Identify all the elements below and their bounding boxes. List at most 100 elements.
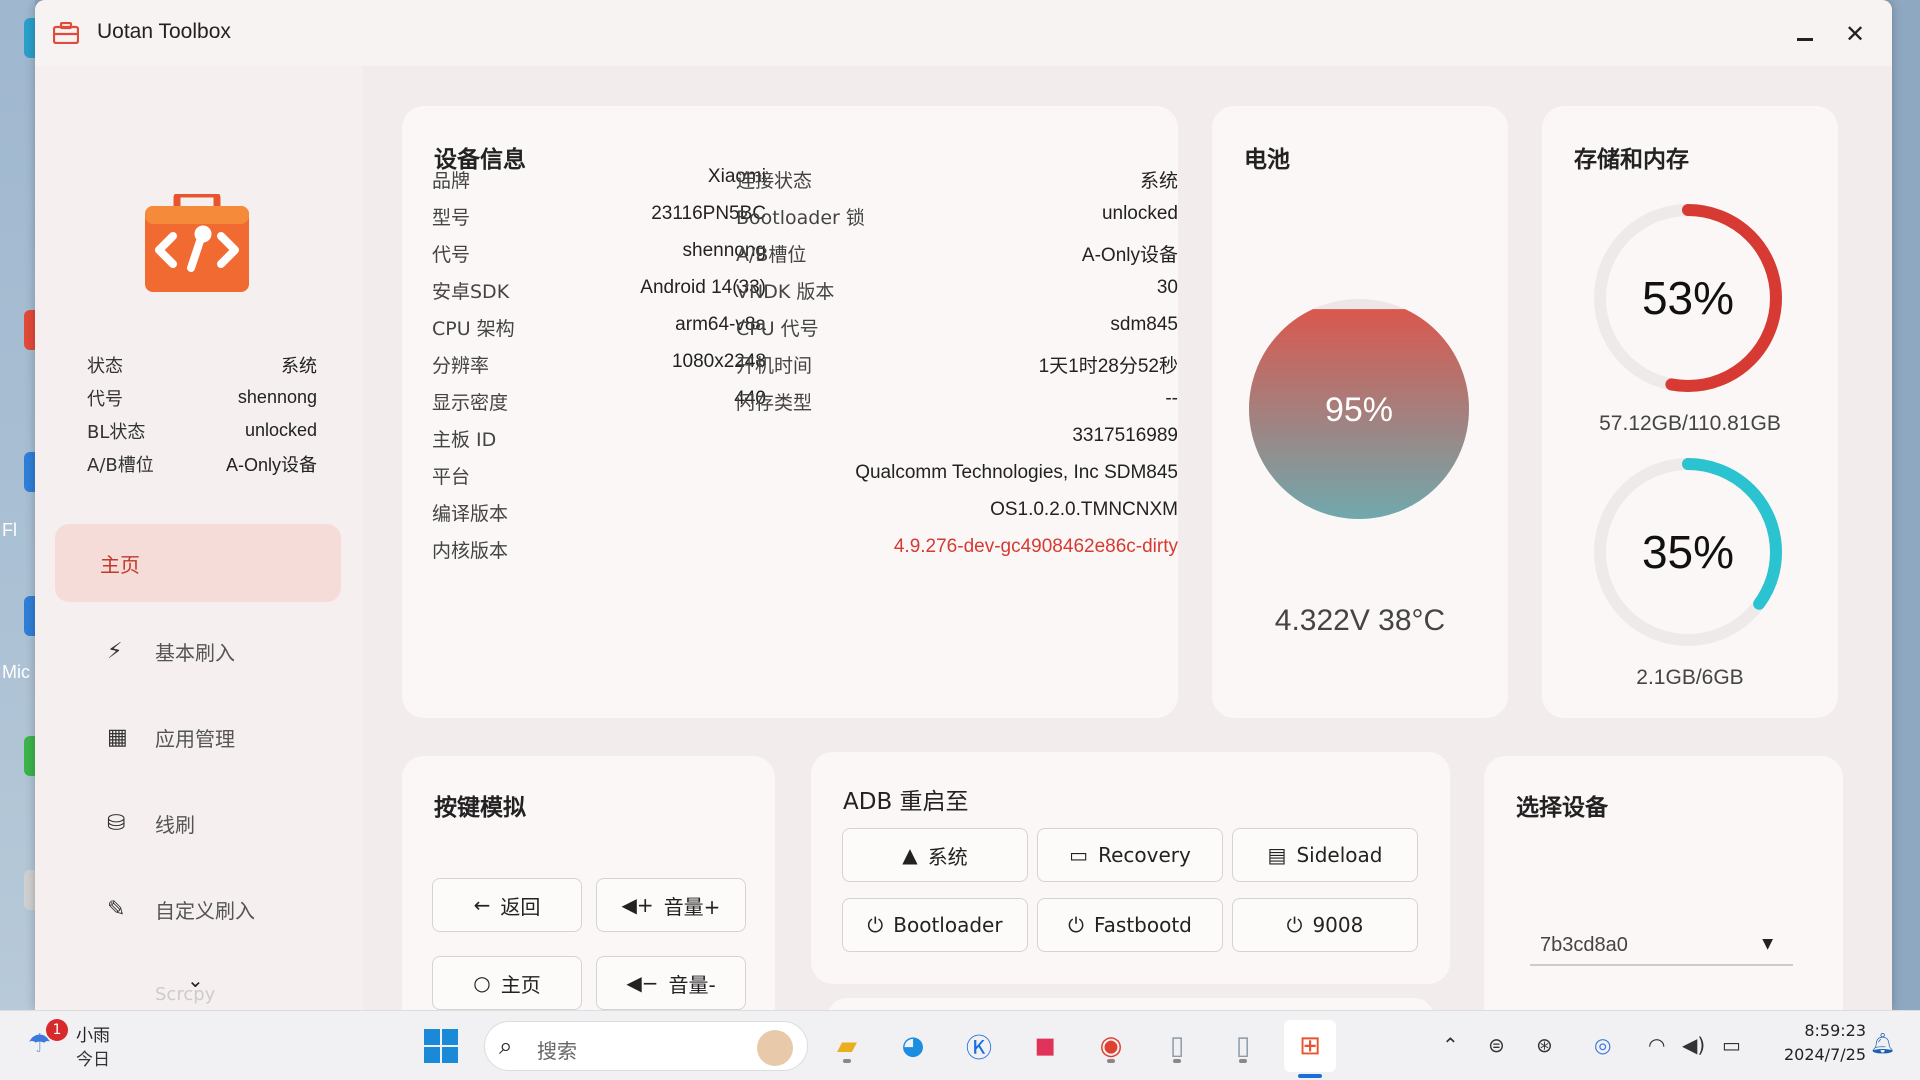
device-info-row: 内核版本 4.9.276-dev-gc4908462e86c-dirty xyxy=(432,526,1178,571)
windows-start-icon[interactable] xyxy=(420,1025,462,1067)
summary-row: 代号 shennong xyxy=(87,381,317,414)
button-label: Bootloader xyxy=(893,913,1003,937)
storage-usage: 57.12GB/110.81GB xyxy=(1599,412,1781,435)
info-label: Bootloader 锁 xyxy=(736,207,865,229)
nav-item-scrcpy[interactable]: Scrcpy xyxy=(155,984,215,1005)
reboot-bootloader-button[interactable]: ⏻ Bootloader xyxy=(842,898,1028,952)
power-icon: ⏻ xyxy=(867,913,884,937)
phone-mirror-icon[interactable]: ▯ xyxy=(1156,1025,1198,1067)
clock-date[interactable]: 2024/7/25 xyxy=(1770,1045,1866,1064)
info-label: 安卓SDK xyxy=(432,281,510,303)
apps-icon: ▦ xyxy=(107,724,128,750)
minimize-button[interactable] xyxy=(1783,14,1827,54)
reboot-sideload-button[interactable]: ▤ Sideload xyxy=(1232,828,1418,882)
minimize-icon xyxy=(1797,37,1813,41)
volume-icon[interactable]: ◀) xyxy=(1682,1033,1705,1057)
ifly-icon[interactable]: ◎ xyxy=(1594,1033,1611,1057)
taskbar-dot xyxy=(1239,1059,1247,1063)
volume-down-icon: ◀− xyxy=(626,971,659,995)
back-key-button[interactable]: ← 返回 xyxy=(432,878,582,932)
info-label: 闪存类型 xyxy=(736,392,813,414)
info-label: 连接状态 xyxy=(736,170,813,192)
android-icon: ▲ xyxy=(902,843,918,867)
battery-card: 电池 95% 4.322V 38°C xyxy=(1212,106,1508,718)
memory-gauge: 35% xyxy=(1594,458,1782,646)
nav-item-custom-flash[interactable]: ✎ 自定义刷入 xyxy=(55,870,341,948)
info-label: 品牌 xyxy=(432,170,471,192)
info-value: 1天1时28分52秒 xyxy=(1038,356,1178,377)
key-simulation-card: 按键模拟 ← 返回 ◀+ 音量+ ○ 主页 ◀− 音量- xyxy=(402,756,775,1010)
summary-label: 状态 xyxy=(87,355,123,377)
info-label: 内核版本 xyxy=(432,540,509,562)
edge-icon[interactable]: ◕ xyxy=(892,1025,934,1067)
info-value: 30 xyxy=(1156,277,1178,298)
info-value: sdm845 xyxy=(1110,314,1178,335)
power-icon: ⏻ xyxy=(1068,913,1084,937)
windows-logo xyxy=(424,1029,458,1063)
app-window: Uotan Toolbox ✕ 状态 系统 代号 shennong BL状态 unlo… xyxy=(35,0,1892,1010)
adb-reboot-card: ADB 重启至 ▲ 系统 ▭ Recovery ▤ Sideload ⏻ Bootloa… xyxy=(811,752,1450,984)
reboot-system-button[interactable]: ▲ 系统 xyxy=(842,828,1028,882)
volume-up-button[interactable]: ◀+ 音量+ xyxy=(596,878,746,932)
storage-card: 存储和内存 53% 57.12GB/110.81GB 35% 2.1GB/6GB xyxy=(1542,106,1838,718)
audio-app-icon[interactable]: ◼ xyxy=(1024,1025,1066,1067)
wifi-icon[interactable]: ◠ xyxy=(1648,1033,1665,1057)
volume-up-icon: ◀+ xyxy=(621,893,654,917)
summary-value: A-Only设备 xyxy=(225,454,317,475)
device-select[interactable]: 7b3cd8a0 ▼ xyxy=(1530,924,1793,966)
volume-down-button[interactable]: ◀− 音量- xyxy=(596,956,746,1010)
home-key-button[interactable]: ○ 主页 xyxy=(432,956,582,1010)
taskbar-dot xyxy=(1173,1059,1181,1063)
reboot-fastbootd-button[interactable]: ⏻ Fastbootd xyxy=(1037,898,1223,952)
reboot-recovery-button[interactable]: ▭ Recovery xyxy=(1037,828,1223,882)
chevron-up-icon[interactable]: ⌃ xyxy=(1442,1033,1459,1057)
close-button[interactable]: ✕ xyxy=(1833,14,1877,54)
nav-item-label: 主页 xyxy=(100,552,140,577)
battery-icon[interactable]: ▭ xyxy=(1722,1033,1741,1057)
reboot-edl-button[interactable]: ⏻ 9008 xyxy=(1232,898,1418,952)
desktop-background: Fl Mic xyxy=(0,0,38,1010)
arrow-left-icon: ← xyxy=(473,893,491,917)
chrome-icon[interactable]: ◉ xyxy=(1090,1025,1132,1067)
circle-icon: ○ xyxy=(473,971,491,995)
info-label: 代号 xyxy=(432,244,471,266)
toolbox-icon xyxy=(53,22,79,44)
button-label: 主页 xyxy=(500,972,541,997)
summary-label: 代号 xyxy=(87,388,123,410)
summary-row: 状态 系统 xyxy=(87,348,317,381)
clock-time[interactable]: 8:59:23 xyxy=(1770,1021,1866,1040)
info-label: CPU 代号 xyxy=(736,318,819,340)
card-title: 电池 xyxy=(1244,147,1290,173)
screen-icon: ▤ xyxy=(1267,843,1287,867)
toggle-icon[interactable]: ⊜ xyxy=(1488,1033,1505,1057)
title-bar[interactable]: Uotan Toolbox ✕ xyxy=(35,0,1892,66)
info-value: unlocked xyxy=(1101,203,1178,224)
nav-item-app-manager[interactable]: ▦ 应用管理 xyxy=(55,698,341,776)
notification-badge: 1 xyxy=(46,1019,68,1041)
nav-item-label: 线刷 xyxy=(155,812,195,837)
info-label: 编译版本 xyxy=(432,503,509,525)
nav-item-home[interactable]: 主页 xyxy=(55,524,341,602)
info-label: 开机时间 xyxy=(736,355,813,377)
nav-item-basic-flash[interactable]: ⚡ 基本刷入 xyxy=(55,612,341,690)
info-value: Qualcomm Technologies, Inc SDM845 xyxy=(855,462,1178,483)
phone-mirror-icon[interactable]: ▯ xyxy=(1222,1025,1264,1067)
card-title: ADB 重启至 xyxy=(843,789,969,815)
uotan-toolbox-taskbar-icon[interactable]: ⊞ xyxy=(1284,1020,1336,1078)
summary-value: unlocked xyxy=(244,420,317,440)
nav-item-wire-flash[interactable]: ⛁ 线刷 xyxy=(55,784,341,862)
file-explorer-icon[interactable]: ▰ xyxy=(826,1025,868,1067)
network-app-icon[interactable]: ⊛ xyxy=(1536,1033,1553,1057)
notification-bell-icon[interactable]: 🔔︎ xyxy=(1870,1031,1895,1055)
desktop-icon-label: Mic xyxy=(2,662,30,682)
button-label: Sideload xyxy=(1296,843,1383,867)
taskbar-search[interactable]: ⌕ 搜索 xyxy=(484,1021,808,1071)
k-app-icon[interactable]: Ⓚ xyxy=(958,1025,1000,1067)
taskbar-dot xyxy=(843,1059,851,1063)
summary-row: BL状态 unlocked xyxy=(87,414,317,447)
button-label: Fastbootd xyxy=(1093,913,1192,937)
info-value: OS1.0.2.0.TMNCNXM xyxy=(990,499,1178,520)
search-icon: ⌕ xyxy=(499,1032,513,1060)
sidebar: 状态 系统 代号 shennong BL状态 unlocked A/B槽位 A-Only… xyxy=(35,66,363,1010)
info-value: 4.9.276-dev-gc4908462e86c-dirty xyxy=(893,536,1178,557)
